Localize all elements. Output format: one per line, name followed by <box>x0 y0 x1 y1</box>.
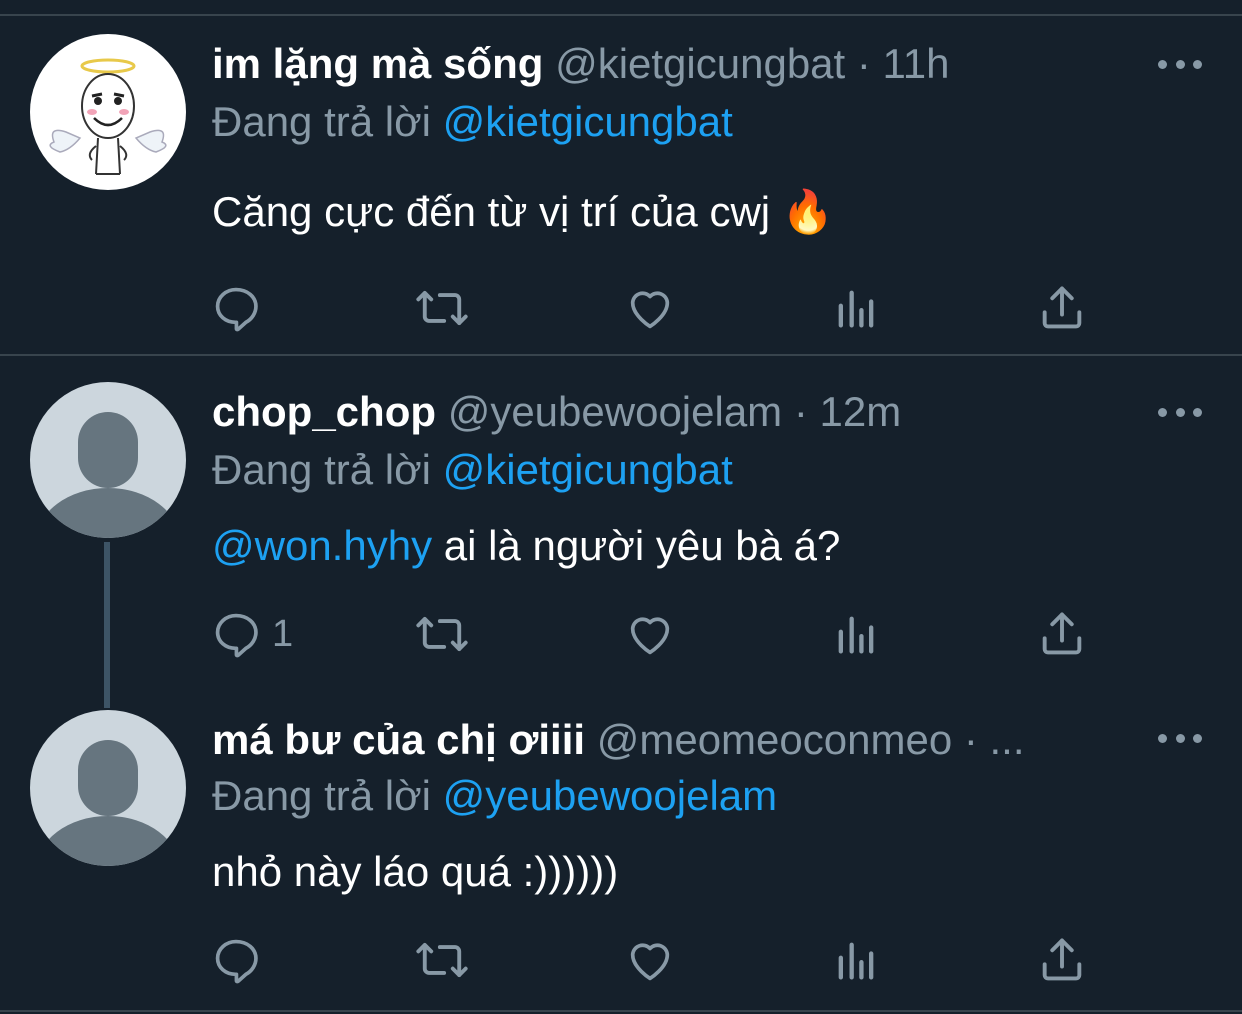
handle[interactable]: @kietgicungbat <box>555 40 845 87</box>
like-button[interactable] <box>624 282 686 334</box>
analytics-icon <box>838 942 874 980</box>
reply-count: 1 <box>272 612 294 655</box>
action-bar <box>210 934 1090 986</box>
display-name[interactable]: chop_chop <box>212 388 436 435</box>
action-bar: 1 <box>210 608 1090 660</box>
replying-to-mention[interactable]: @yeubewoojelam <box>443 772 777 819</box>
avatar-angel[interactable] <box>30 34 186 190</box>
retweet-button[interactable] <box>414 934 480 986</box>
more-dot <box>1175 59 1185 69</box>
tweet-3[interactable]: má bư của chị ơiiii @meomeoconmeo · ... … <box>0 708 1242 1014</box>
body-text: nhỏ này láo quá :)))))) <box>212 848 619 895</box>
replying-to-label: Đang trả lời <box>212 446 443 493</box>
body-text: Căng cực đến từ vị trí của cwj 🔥 <box>212 188 835 235</box>
more-button[interactable] <box>1158 728 1202 748</box>
reply-button[interactable] <box>210 934 272 986</box>
separator-dot: · <box>952 716 990 763</box>
display-name[interactable]: im lặng mà sống <box>212 40 543 87</box>
tweet-text: Căng cực đến từ vị trí của cwj 🔥 <box>212 182 834 242</box>
analytics-icon <box>838 290 874 328</box>
tweet-2[interactable]: chop_chop @yeubewoojelam · 12m Đang trả … <box>0 356 1242 708</box>
more-dot <box>1158 733 1167 743</box>
reply-icon <box>215 939 258 984</box>
divider-bottom <box>0 1010 1242 1012</box>
separator-dot: · <box>782 388 820 435</box>
tweet-1[interactable]: im lặng mà sống @kietgicungbat · 11h Đan… <box>0 0 1242 356</box>
handle[interactable]: @meomeoconmeo <box>597 716 952 763</box>
display-name[interactable]: má bư của chị ơiiii <box>212 716 585 763</box>
heart-icon <box>630 943 670 981</box>
replying-to: Đang trả lời @kietgicungbat <box>212 92 733 152</box>
avatar-default[interactable] <box>30 382 186 538</box>
share-button[interactable] <box>1036 282 1088 334</box>
thread-connector <box>104 542 110 708</box>
analytics-icon <box>838 616 874 654</box>
heart-icon <box>630 617 670 655</box>
more-button[interactable] <box>1158 54 1202 74</box>
tweet-text: nhỏ này láo quá :)))))) <box>212 842 618 902</box>
more-dot <box>1158 59 1167 69</box>
default-avatar-icon <box>36 412 180 538</box>
replying-to-label: Đang trả lời <box>212 98 443 145</box>
analytics-button[interactable] <box>830 608 882 660</box>
share-icon <box>1042 286 1082 329</box>
share-button[interactable] <box>1036 608 1088 660</box>
reply-button[interactable] <box>210 282 272 334</box>
truncated-timestamp[interactable]: ... <box>990 716 1025 763</box>
share-icon <box>1042 612 1082 655</box>
like-button[interactable] <box>624 608 686 660</box>
body-mention[interactable]: @won.hyhy <box>212 522 432 569</box>
share-icon <box>1042 938 1082 981</box>
avatar-default[interactable] <box>30 710 186 866</box>
reply-button[interactable]: 1 <box>210 608 293 660</box>
action-bar <box>210 282 1090 334</box>
replying-to-mention[interactable]: @kietgicungbat <box>443 98 733 145</box>
timestamp[interactable]: 11h <box>883 40 950 87</box>
retweet-icon <box>416 290 468 326</box>
tweet-text: @won.hyhy ai là người yêu bà á? <box>212 516 840 576</box>
replying-to-mention[interactable]: @kietgicungbat <box>443 446 733 493</box>
analytics-button[interactable] <box>830 934 882 986</box>
angel-meme-avatar-icon <box>49 58 167 175</box>
like-button[interactable] <box>624 934 686 986</box>
tweet-header: chop_chop @yeubewoojelam · 12m <box>212 382 1152 442</box>
retweet-icon <box>416 616 468 652</box>
more-dot <box>1193 407 1202 417</box>
more-dot <box>1193 59 1202 69</box>
heart-icon <box>630 291 670 329</box>
separator-dot: · <box>845 40 883 87</box>
more-dot <box>1158 407 1167 417</box>
retweet-button[interactable] <box>414 282 480 334</box>
replying-to: Đang trả lời @yeubewoojelam <box>212 766 777 826</box>
retweet-icon <box>416 942 468 978</box>
retweet-button[interactable] <box>414 608 480 660</box>
reply-icon <box>215 287 258 332</box>
replying-to-label: Đang trả lời <box>212 772 443 819</box>
share-button[interactable] <box>1036 934 1088 986</box>
tweet-header: má bư của chị ơiiii @meomeoconmeo · ... <box>212 710 1132 770</box>
more-dot <box>1193 733 1202 743</box>
timestamp[interactable]: 12m <box>820 388 902 435</box>
default-avatar-icon <box>36 740 180 866</box>
tweet-header: im lặng mà sống @kietgicungbat · 11h <box>212 34 1152 94</box>
reply-icon <box>215 613 258 658</box>
body-text: ai là người yêu bà á? <box>432 522 841 569</box>
more-dot <box>1175 407 1185 417</box>
handle[interactable]: @yeubewoojelam <box>448 388 782 435</box>
more-button[interactable] <box>1158 402 1202 422</box>
more-dot <box>1175 733 1185 743</box>
replying-to: Đang trả lời @kietgicungbat <box>212 440 733 500</box>
analytics-button[interactable] <box>830 282 882 334</box>
